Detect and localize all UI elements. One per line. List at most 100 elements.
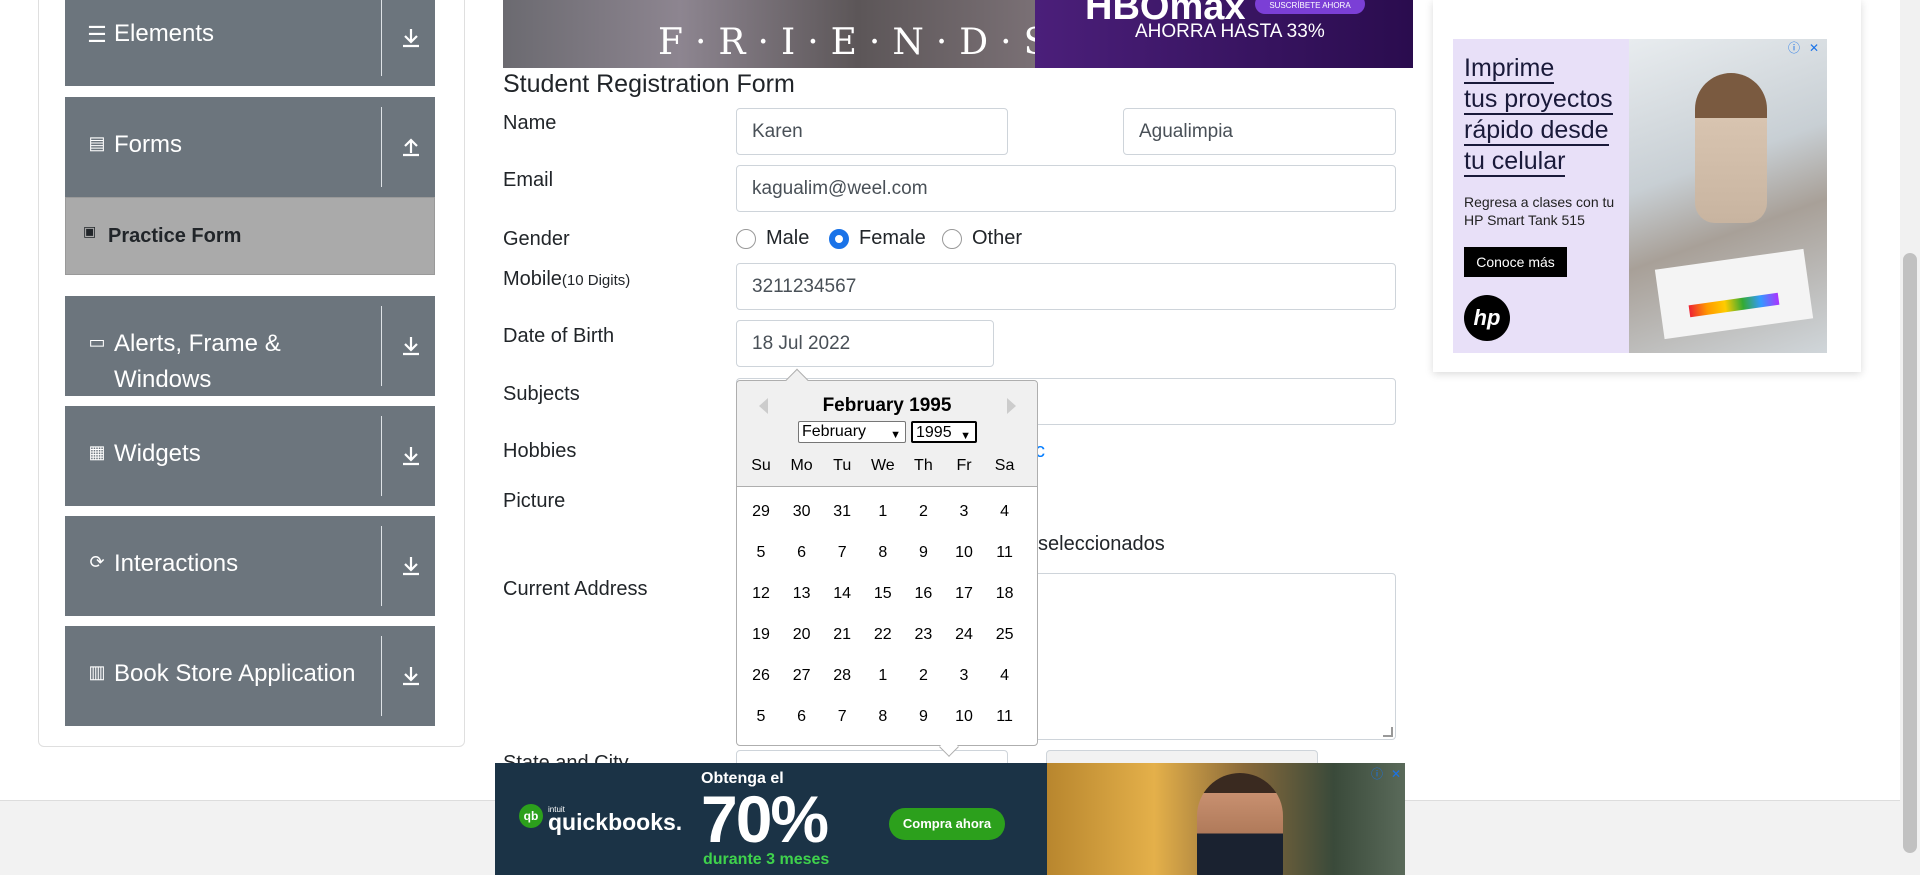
sidebar-group-widgets[interactable]: ▦ Widgets xyxy=(65,406,435,506)
hbo-ad-panel: HBOmax SUSCRÍBETE AHORA AHORRA HASTA 33% xyxy=(1035,0,1413,68)
friends-logo: F·R·I·E·N·D·S xyxy=(658,22,1061,63)
scrollbar-thumb[interactable] xyxy=(1903,253,1917,853)
close-icon[interactable]: ✕ xyxy=(1806,40,1822,56)
radio-label: Female xyxy=(859,227,926,249)
calendar-day[interactable]: 13 xyxy=(782,585,822,603)
menu-icon: ☰ xyxy=(87,22,107,47)
year-select[interactable]: 1995 ▼ xyxy=(911,421,977,443)
month-select[interactable]: February ▼ xyxy=(798,421,906,443)
sidebar-group-alerts[interactable]: ▭ Alerts, Frame & Windows xyxy=(65,296,435,396)
ad-headline-line: tus proyectos xyxy=(1464,85,1613,115)
ad-papers-image xyxy=(1654,248,1814,340)
calendar-day[interactable]: 15 xyxy=(863,585,903,603)
calendar-day[interactable]: 30 xyxy=(782,503,822,521)
calendar-day[interactable]: 5 xyxy=(741,544,781,562)
sidebar-group-label: Widgets xyxy=(114,440,201,467)
calendar-day[interactable]: 3 xyxy=(944,503,984,521)
calendar-day[interactable]: 11 xyxy=(985,544,1025,562)
gender-radio-male[interactable]: Male xyxy=(736,227,809,250)
radio-circle-checked[interactable] xyxy=(829,228,849,249)
calendar-day[interactable]: 3 xyxy=(944,667,984,685)
calendar-day[interactable]: 6 xyxy=(782,708,822,726)
sidebar-item-practice-form[interactable]: ▣ Practice Form xyxy=(65,197,435,275)
email-input[interactable]: kagualim@weel.com xyxy=(736,165,1396,212)
calendar-day[interactable]: 31 xyxy=(822,503,862,521)
calendar-day[interactable]: 6 xyxy=(782,544,822,562)
calendar-day[interactable]: 1 xyxy=(863,667,903,685)
first-name-input[interactable]: Karen xyxy=(736,108,1008,155)
adchoices-icon[interactable]: ⓘ xyxy=(1369,766,1385,782)
adchoices-icon[interactable]: ⓘ xyxy=(1786,40,1802,56)
calendar-day[interactable]: 9 xyxy=(903,708,943,726)
calendar-day[interactable]: 2 xyxy=(903,503,943,521)
sidebar-group-forms[interactable]: ▤ Forms xyxy=(65,97,435,197)
ad-duration: durante 3 meses xyxy=(703,851,830,868)
calendar-day[interactable]: 4 xyxy=(985,503,1025,521)
hbo-subscribe-button[interactable]: SUSCRÍBETE AHORA xyxy=(1255,0,1365,14)
download-icon xyxy=(403,557,419,576)
mobile-input[interactable]: 3211234567 xyxy=(736,263,1396,310)
radio-label: Other xyxy=(972,227,1023,249)
datepicker-popup: February 1995 February ▼ 1995 ▼ Su Mo Tu We… xyxy=(736,368,1038,757)
calendar-day[interactable]: 10 xyxy=(944,708,984,726)
mobile-label-text: Mobile xyxy=(503,268,562,290)
resize-handle[interactable] xyxy=(1383,727,1393,737)
gender-radio-other[interactable]: Other xyxy=(942,227,1022,250)
sidebar-group-interactions[interactable]: ⟳ Interactions xyxy=(65,516,435,616)
calendar-day[interactable]: 22 xyxy=(863,626,903,644)
month-select-value: February xyxy=(802,423,867,440)
ad-cta-button[interactable]: Conoce más xyxy=(1464,247,1567,277)
calendar-day[interactable]: 10 xyxy=(944,544,984,562)
calendar-day[interactable]: 8 xyxy=(863,544,903,562)
calendar-day[interactable]: 8 xyxy=(863,708,903,726)
right-sidebar-ad[interactable]: Imprime tus proyectos rápido desde tu ce… xyxy=(1433,0,1861,372)
calendar-day[interactable]: 28 xyxy=(822,667,862,685)
calendar-day[interactable]: 11 xyxy=(985,708,1025,726)
radio-circle[interactable] xyxy=(736,228,756,249)
calendar-day[interactable]: 24 xyxy=(944,626,984,644)
download-icon xyxy=(403,667,419,686)
calendar-day[interactable]: 16 xyxy=(903,585,943,603)
calendar-day[interactable]: 29 xyxy=(741,503,781,521)
calendar-day[interactable]: 2 xyxy=(903,667,943,685)
calendar-day[interactable]: 7 xyxy=(822,708,862,726)
calendar-day[interactable]: 12 xyxy=(741,585,781,603)
ad-subtext: Regresa a clases con tu HP Smart Tank 51… xyxy=(1464,194,1615,228)
ad-cta-button[interactable]: Compra ahora xyxy=(889,808,1005,840)
calendar-day[interactable]: 27 xyxy=(782,667,822,685)
calendar-day[interactable]: 19 xyxy=(741,626,781,644)
download-icon xyxy=(403,337,419,356)
calendar-day[interactable]: 14 xyxy=(822,585,862,603)
download-icon xyxy=(403,29,419,48)
calendar-day[interactable]: 26 xyxy=(741,667,781,685)
calendar-day[interactable]: 17 xyxy=(944,585,984,603)
quickbooks-brand: quickbooks. xyxy=(548,809,683,835)
calendar-day[interactable]: 5 xyxy=(741,708,781,726)
calendar-day[interactable]: 20 xyxy=(782,626,822,644)
radio-circle[interactable] xyxy=(942,228,962,249)
top-banner-ad[interactable]: F·R·I·E·N·D·S HBOmax SUSCRÍBETE AHORA AH… xyxy=(503,0,1413,68)
calendar-day[interactable]: 9 xyxy=(903,544,943,562)
calendar-day[interactable]: 21 xyxy=(822,626,862,644)
calendar-day[interactable]: 25 xyxy=(985,626,1025,644)
name-label: Name xyxy=(503,112,557,134)
calendar-day[interactable]: 4 xyxy=(985,667,1025,685)
hobbies-label: Hobbies xyxy=(503,440,577,462)
bottom-banner-ad[interactable]: qb intuit quickbooks. Obtenga el 70% dur… xyxy=(495,763,1405,875)
gender-radio-female[interactable]: Female xyxy=(829,227,926,250)
hp-ad[interactable]: Imprime tus proyectos rápido desde tu ce… xyxy=(1453,39,1827,353)
gender-label: Gender xyxy=(503,228,570,250)
calendar-day[interactable]: 23 xyxy=(903,626,943,644)
sidebar-group-label: Alerts, Frame & xyxy=(114,330,281,357)
quickbooks-logo-icon: qb xyxy=(519,804,543,828)
refresh-icon: ⟳ xyxy=(89,552,105,572)
dob-input[interactable]: 18 Jul 2022 xyxy=(736,320,994,367)
books-icon: ▥ xyxy=(88,662,106,682)
sidebar-group-book-store[interactable]: ▥ Book Store Application xyxy=(65,626,435,726)
last-name-input[interactable]: Agualimpia xyxy=(1123,108,1396,155)
sidebar-group-elements[interactable]: ☰ Elements xyxy=(65,0,435,86)
calendar-day[interactable]: 1 xyxy=(863,503,903,521)
calendar-day[interactable]: 7 xyxy=(822,544,862,562)
calendar-day[interactable]: 18 xyxy=(985,585,1025,603)
close-icon[interactable]: ✕ xyxy=(1388,766,1404,782)
